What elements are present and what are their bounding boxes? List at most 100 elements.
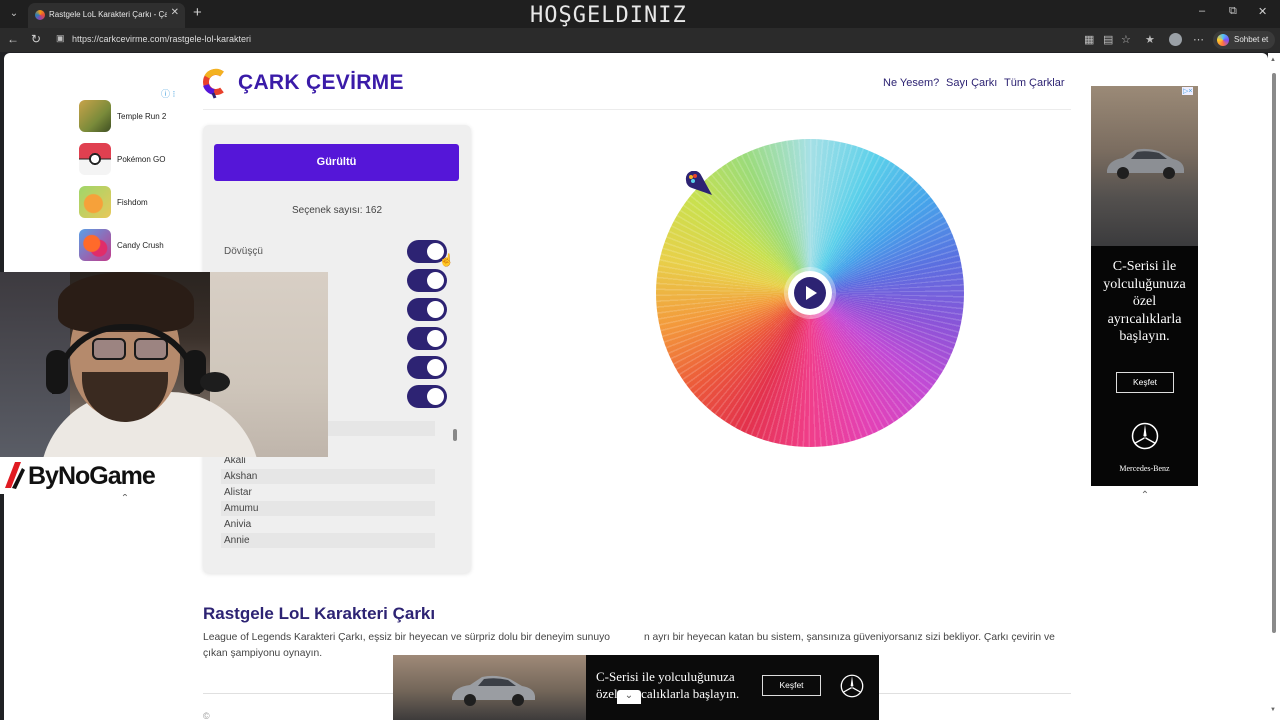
tab-list-icon[interactable]: ⌄ xyxy=(6,6,22,22)
footer-text: © xyxy=(203,711,210,720)
favorites-icon[interactable]: ★ xyxy=(1145,33,1155,46)
toggle-knob xyxy=(427,272,444,289)
game-thumbnail xyxy=(79,143,111,175)
scroll-up-icon[interactable]: ▲ xyxy=(1270,57,1276,63)
site-logo-text[interactable]: ÇARK ÇEVİRME xyxy=(238,71,404,95)
game-thumbnail xyxy=(79,229,111,261)
ad-discover-button[interactable]: Keşfet xyxy=(762,675,821,696)
apps-icon[interactable]: ▦ xyxy=(1084,33,1094,46)
back-icon[interactable]: ← xyxy=(7,32,19,46)
scroll-down-icon[interactable]: ▼ xyxy=(1270,707,1276,713)
ad-photo xyxy=(393,655,586,720)
ad-discover-button[interactable]: Keşfet xyxy=(1116,372,1174,393)
toggle-knob xyxy=(427,330,444,347)
wheel-hub[interactable] xyxy=(788,271,832,315)
role-toggle-row: Dövüşçü xyxy=(214,240,459,264)
ad-headline-line-1: C-Serisi ile yolculuğunuza xyxy=(596,669,735,684)
role-toggle[interactable] xyxy=(407,298,447,321)
collapse-left-ad-icon[interactable]: ⌃ xyxy=(116,493,134,505)
new-tab-icon[interactable]: + xyxy=(193,4,202,21)
list-scroll-thumb[interactable] xyxy=(453,429,457,441)
spin-play-button[interactable] xyxy=(794,277,826,309)
more-icon[interactable]: ⋯ xyxy=(1193,33,1204,46)
mercedes-side-ad[interactable]: C-Serisi ile yolculuğunuza özel ayrıcalı… xyxy=(1091,86,1198,486)
role-label: Dövüşçü xyxy=(224,246,263,257)
streamer-hair xyxy=(58,272,194,332)
nav-link-sayi-carki[interactable]: Sayı Çarkı xyxy=(946,77,997,89)
nav-link-tum-carklar[interactable]: Tüm Çarklar xyxy=(1004,77,1065,89)
stream-watermark: HOŞGELDINIZ xyxy=(530,3,687,28)
list-item[interactable]: Alistar xyxy=(221,485,435,500)
game-name: Candy Crush xyxy=(117,241,164,250)
copilot-button[interactable]: Sohbet et xyxy=(1213,31,1275,49)
article-title: Rastgele LoL Karakteri Çarkı xyxy=(203,604,436,623)
option-count: Seçenek sayısı: 162 xyxy=(291,205,383,216)
nav-link-ne-yesem[interactable]: Ne Yesem? xyxy=(883,77,939,89)
headset-earcup xyxy=(46,350,68,394)
play-icon xyxy=(806,286,817,300)
toggle-knob xyxy=(427,359,444,376)
page-scrollbar[interactable]: ▲ ▼ xyxy=(1268,53,1280,720)
copilot-label: Sohbet et xyxy=(1234,35,1269,44)
minimize-icon[interactable]: – xyxy=(1199,5,1205,17)
role-toggle[interactable] xyxy=(407,356,447,379)
address-bar: ← ↻ ▣ https://carkcevirme.com/rastgele-l… xyxy=(0,28,1280,52)
list-item[interactable]: Anivia xyxy=(221,517,435,532)
list-item[interactable]: Annie xyxy=(221,533,435,548)
microphone-icon xyxy=(200,372,230,392)
browser-tab-bar: ⌄ Rastgele LoL Karakteri Çarkı - Çark ✕ … xyxy=(0,0,1280,28)
favorite-star-icon[interactable]: ☆ xyxy=(1121,33,1131,46)
list-item[interactable]: Akshan xyxy=(221,469,435,484)
copilot-icon xyxy=(1217,34,1229,46)
mercedes-bottom-ad[interactable]: C-Serisi ile yolculuğunuza özel ayrıcalı… xyxy=(393,655,879,720)
browser-tab[interactable]: Rastgele LoL Karakteri Çarkı - Çark ✕ xyxy=(28,3,185,28)
close-tab-icon[interactable]: ✕ xyxy=(171,7,179,18)
site-info-icon[interactable]: ▣ xyxy=(56,33,65,44)
collapse-bottom-ad-icon[interactable]: ⌄ xyxy=(617,690,641,704)
car-icon xyxy=(452,675,535,706)
game-ad-candy-crush[interactable]: Candy Crush xyxy=(79,229,179,263)
collapse-right-ad-icon[interactable]: ⌃ xyxy=(1136,490,1154,502)
mercedes-logo-icon xyxy=(1131,422,1159,450)
ad-brand-name: Mercedes-Benz xyxy=(1119,464,1170,473)
url-text[interactable]: https://carkcevirme.com/rastgele-lol-kar… xyxy=(72,34,251,44)
reload-icon[interactable]: ↻ xyxy=(31,32,41,46)
profile-avatar[interactable] xyxy=(1169,33,1182,46)
tab-title: Rastgele LoL Karakteri Çarkı - Çark xyxy=(49,10,167,19)
game-ad-pokemon-go[interactable]: Pokémon GO xyxy=(79,143,179,177)
game-ad-temple-run[interactable]: Temple Run 2 xyxy=(79,100,179,134)
ad-headline: C-Serisi ile yolculuğunuza özel ayrıcalı… xyxy=(1103,259,1186,344)
ad-choices-icon[interactable]: ▷× xyxy=(1182,87,1194,95)
game-ad-fishdom[interactable]: Fishdom xyxy=(79,186,179,220)
game-thumbnail xyxy=(79,100,111,132)
webcam-overlay xyxy=(0,272,328,457)
sponsor-banner: ByNoGame xyxy=(0,457,176,494)
ad-photo xyxy=(1091,86,1198,246)
game-thumbnail xyxy=(79,186,111,218)
article-text-1: League of Legends Karakteri Çarkı, eşsiz… xyxy=(203,632,610,643)
sponsor-name: ByNoGame xyxy=(28,462,156,490)
ad-info-icon[interactable]: ⓘ ⁝ xyxy=(161,87,175,100)
url-field[interactable]: ▣ https://carkcevirme.com/rastgele-lol-k… xyxy=(50,31,1098,49)
role-toggle[interactable] xyxy=(407,269,447,292)
article-text-3: çıkan şampiyonu oynayın. xyxy=(203,648,323,659)
close-window-icon[interactable]: ✕ xyxy=(1258,5,1267,18)
article-text-2: n ayrı bir heyecan katan bu sistem, şans… xyxy=(643,632,1055,643)
game-name: Temple Run 2 xyxy=(117,112,167,121)
site-logo-icon[interactable] xyxy=(202,67,228,99)
page-scroll-thumb[interactable] xyxy=(1272,73,1276,633)
toggle-knob xyxy=(427,301,444,318)
wheel-pointer-icon xyxy=(685,171,712,195)
mouse-cursor-icon: ☝ xyxy=(439,253,454,267)
role-toggle[interactable] xyxy=(407,327,447,350)
mercedes-logo-icon xyxy=(840,674,864,698)
game-name: Fishdom xyxy=(117,198,148,207)
list-scrollbar[interactable] xyxy=(451,421,459,553)
restore-icon[interactable]: ⧉ xyxy=(1229,5,1237,18)
header-divider xyxy=(203,109,1071,110)
role-toggle[interactable] xyxy=(407,385,447,408)
translate-icon[interactable]: ▤ xyxy=(1103,33,1113,46)
favicon-icon xyxy=(35,10,45,20)
list-item[interactable]: Amumu xyxy=(221,501,435,516)
noise-button[interactable]: Gürültü xyxy=(214,144,459,181)
